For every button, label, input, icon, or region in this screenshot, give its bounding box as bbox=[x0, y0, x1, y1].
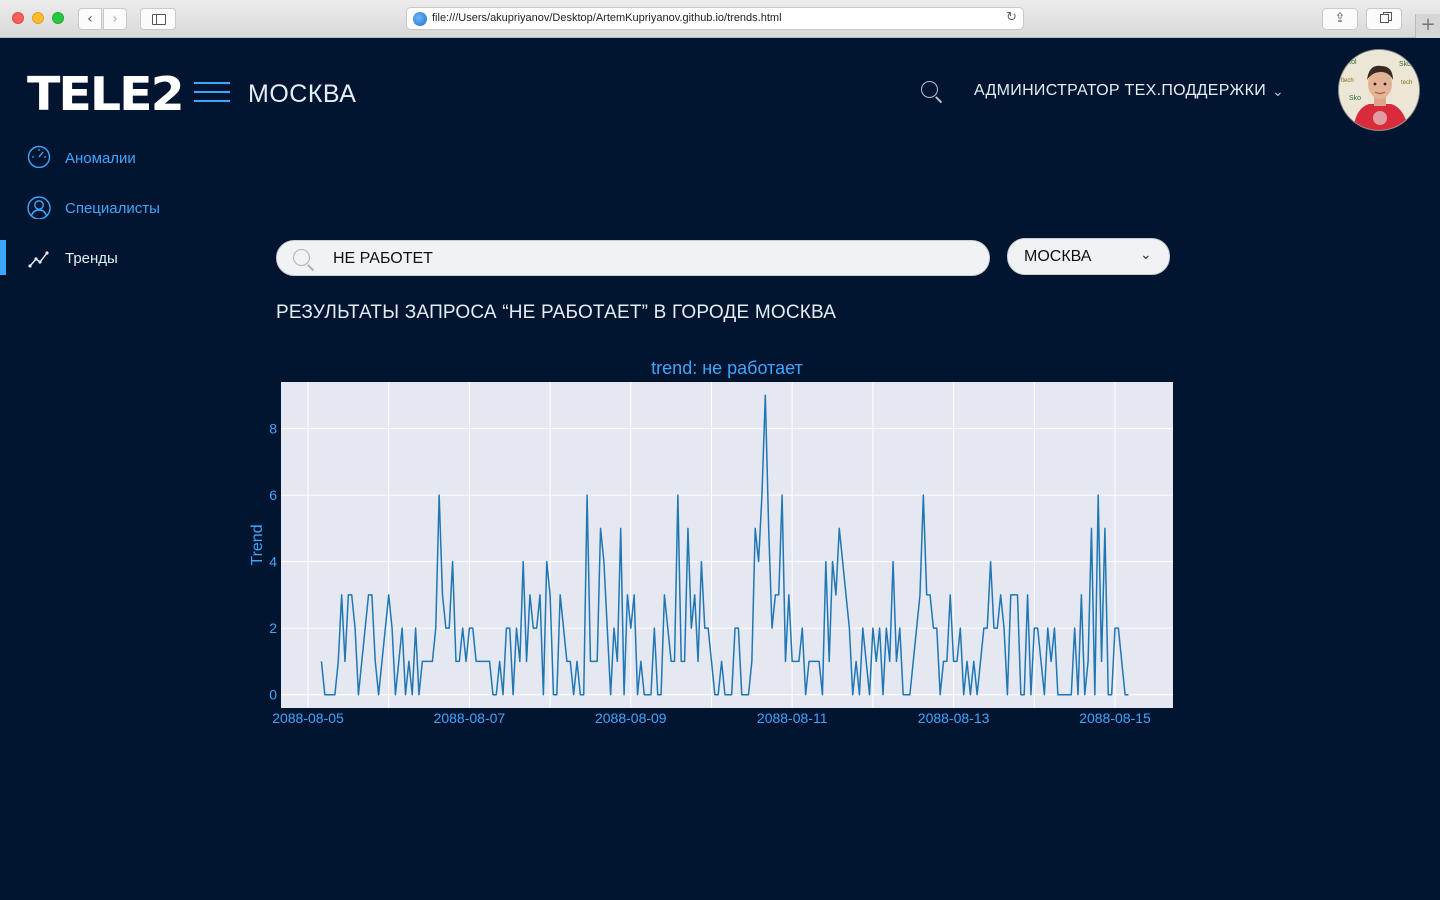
new-tab-button[interactable]: + bbox=[1415, 14, 1440, 38]
y-tick-label: 0 bbox=[269, 687, 277, 703]
active-indicator bbox=[0, 240, 6, 275]
sidebar-item-trends[interactable]: Тренды bbox=[0, 240, 250, 280]
x-tick-label: 2088-08-13 bbox=[918, 710, 990, 726]
trend-line-icon bbox=[28, 251, 49, 268]
y-axis-label: Trend bbox=[249, 524, 266, 565]
globe-icon bbox=[413, 12, 427, 26]
trend-chart[interactable]: 0 2 4 6 8 2088-08-05 2088-08-07 2088-08-09 2088-… bbox=[240, 380, 1180, 730]
address-bar[interactable]: file:///Users/akupriyanov/Desktop/ArtemK… bbox=[406, 7, 1024, 30]
window-minimize-button[interactable] bbox=[32, 12, 44, 24]
y-tick-label: 6 bbox=[269, 487, 277, 503]
x-tick-label: 2088-08-15 bbox=[1079, 710, 1151, 726]
share-button[interactable]: ⇪ bbox=[1322, 8, 1358, 30]
y-tick-label: 8 bbox=[269, 421, 277, 437]
url-text[interactable]: file:///Users/akupriyanov/Desktop/ArtemK… bbox=[432, 12, 782, 24]
x-tick-label: 2088-08-09 bbox=[595, 710, 667, 726]
chevron-right-icon: › bbox=[112, 11, 118, 27]
tele2-logo[interactable]: TELE2 bbox=[27, 71, 185, 118]
search-input[interactable] bbox=[333, 247, 973, 271]
search-field[interactable] bbox=[276, 240, 990, 276]
y-tick-label: 4 bbox=[269, 554, 277, 570]
y-tick-label: 2 bbox=[269, 620, 277, 636]
browser-toolbar: ‹ › file:///Users/akupriyanov/Desktop/Ar… bbox=[0, 0, 1440, 38]
x-tick-label: 2088-08-07 bbox=[434, 710, 506, 726]
user-icon bbox=[27, 196, 51, 219]
speedometer-icon bbox=[27, 145, 51, 168]
sidebar-item-label: Тренды bbox=[65, 250, 118, 267]
back-button[interactable]: ‹ bbox=[78, 8, 102, 30]
forward-button[interactable]: › bbox=[103, 8, 127, 30]
city-select[interactable]: МОСКВА ⌄ bbox=[1007, 238, 1170, 275]
reload-icon[interactable]: ↻ bbox=[1006, 10, 1017, 25]
sidebar-toggle-button[interactable] bbox=[140, 8, 176, 30]
search-icon[interactable] bbox=[921, 81, 943, 103]
menu-button[interactable] bbox=[194, 82, 230, 104]
share-icon: ⇪ bbox=[1334, 11, 1346, 26]
svg-text:Skol: Skol bbox=[1343, 59, 1357, 66]
plot-area bbox=[281, 382, 1173, 708]
sidebar-icon bbox=[152, 14, 166, 25]
plus-icon: + bbox=[1420, 14, 1436, 35]
chevron-down-icon[interactable]: ⌄ bbox=[1272, 84, 1284, 100]
sidebar-item-label: Специалисты bbox=[65, 200, 160, 217]
user-role-menu[interactable]: АДМИНИСТРАТОР ТЕХ.ПОДДЕРЖКИ bbox=[974, 82, 1266, 100]
sidebar-item-anomalies[interactable]: Аномалии bbox=[0, 140, 250, 180]
x-tick-label: 2088-08-11 bbox=[757, 710, 828, 726]
svg-text:ltech: ltech bbox=[1341, 78, 1354, 84]
chevron-left-icon: ‹ bbox=[87, 11, 93, 27]
city-select-value: МОСКВА bbox=[1024, 248, 1092, 265]
avatar[interactable]: Skol Sko ltech tech Sko bbox=[1338, 49, 1420, 131]
search-icon bbox=[293, 249, 315, 271]
sidebar-item-specialists[interactable]: Специалисты bbox=[0, 190, 250, 230]
tabs-button[interactable] bbox=[1366, 8, 1402, 30]
header-city[interactable]: МОСКВА bbox=[248, 80, 356, 109]
results-title: РЕЗУЛЬТАТЫ ЗАПРОСА “НЕ РАБОТАЕТ” В ГОРОД… bbox=[276, 302, 837, 323]
chart-title: trend: не работает bbox=[651, 358, 803, 378]
window-close-button[interactable] bbox=[12, 12, 24, 24]
svg-text:Sko: Sko bbox=[1399, 61, 1411, 68]
sidebar-item-label: Аномалии bbox=[65, 150, 136, 167]
chevron-down-icon: ⌄ bbox=[1140, 247, 1152, 263]
svg-text:Sko: Sko bbox=[1349, 95, 1361, 102]
window-maximize-button[interactable] bbox=[52, 12, 64, 24]
svg-text:tech: tech bbox=[1401, 80, 1412, 86]
x-tick-label: 2088-08-05 bbox=[272, 710, 344, 726]
